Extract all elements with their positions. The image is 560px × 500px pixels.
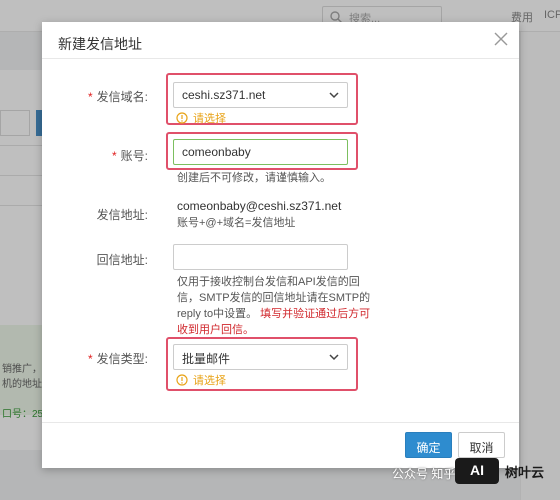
warning-icon	[176, 374, 188, 386]
account-input[interactable]: comeonbaby	[173, 139, 348, 165]
reply-address-input[interactable]	[173, 244, 348, 270]
footer-divider	[42, 422, 519, 423]
confirm-button[interactable]: 确定	[405, 432, 452, 458]
domain-label: * 发信域名:	[87, 90, 148, 104]
dialog-title: 新建发信地址	[58, 36, 142, 52]
address-value: comeonbaby@ceshi.sz371.net	[177, 199, 342, 213]
watermark-text: 公众号 知乎	[392, 467, 456, 481]
domain-select[interactable]: ceshi.sz371.net	[173, 82, 348, 108]
watermark-logo: AI	[455, 458, 499, 484]
domain-select-value: ceshi.sz371.net	[182, 88, 266, 102]
cancel-button[interactable]: 取消	[458, 432, 505, 458]
header-divider	[42, 58, 519, 59]
chevron-down-icon	[329, 354, 339, 361]
type-warning: 请选择	[176, 372, 226, 388]
account-label: * 账号:	[111, 149, 148, 163]
address-label: 发信地址:	[96, 208, 148, 222]
new-sender-address-dialog: 新建发信地址 * 发信域名: ceshi.sz371.net 请选择 * 账号: c…	[42, 22, 519, 468]
warning-icon	[176, 112, 188, 124]
reply-label: 回信地址:	[96, 253, 148, 267]
close-icon[interactable]	[492, 30, 510, 48]
type-label: * 发信类型:	[87, 352, 148, 366]
send-type-select[interactable]: 批量邮件	[173, 344, 348, 370]
send-type-value: 批量邮件	[182, 352, 231, 366]
address-help: 账号+@+域名=发信地址	[177, 217, 296, 229]
chevron-down-icon	[329, 92, 339, 99]
domain-warning: 请选择	[176, 110, 226, 126]
account-help: 创建后不可修改，请谨慎输入。	[177, 172, 331, 184]
reply-help: 仅用于接收控制台发信和API发信的回 信，SMTP发信的回信地址请在SMTP的 …	[177, 276, 371, 336]
watermark-brand: 树叶云	[505, 465, 545, 480]
